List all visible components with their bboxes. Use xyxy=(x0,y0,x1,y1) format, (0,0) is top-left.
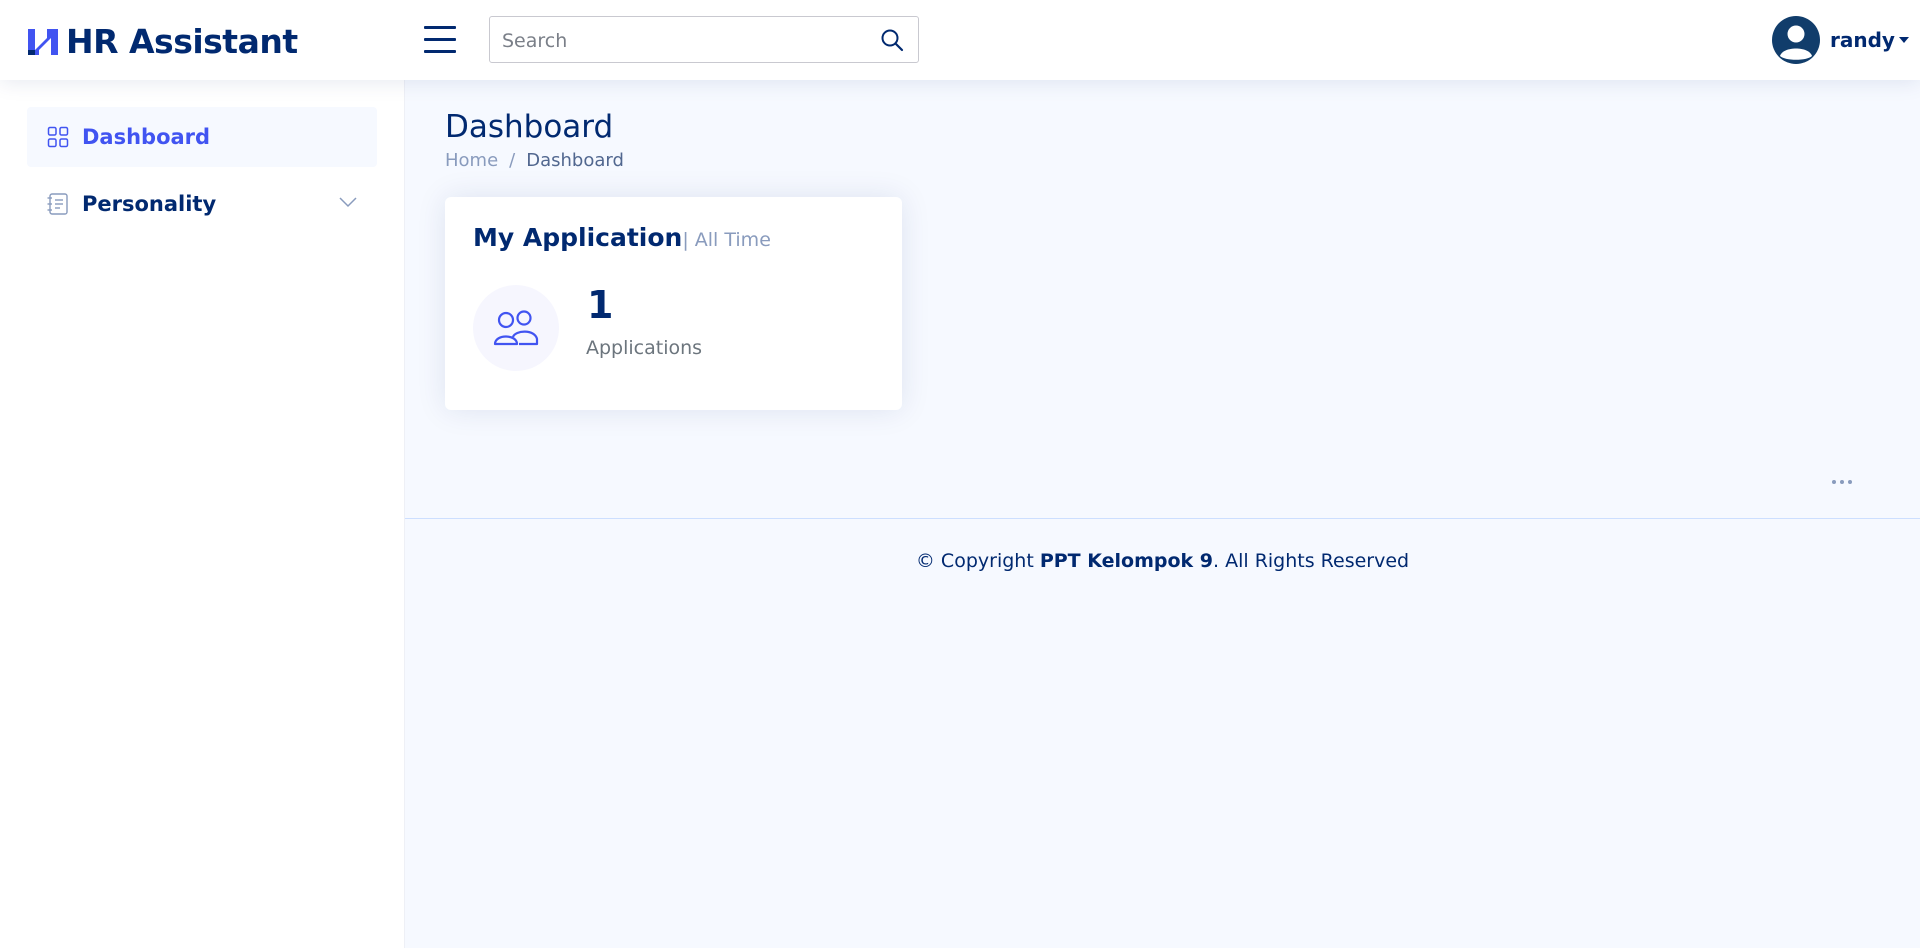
search-icon[interactable] xyxy=(880,28,904,52)
chevron-down-icon xyxy=(339,197,357,208)
sidebar-item-dashboard[interactable]: Dashboard xyxy=(27,107,377,167)
sidebar-item-label: Dashboard xyxy=(82,125,211,149)
username: randy xyxy=(1830,28,1895,52)
search-bar xyxy=(489,16,919,64)
breadcrumb-home-link[interactable]: Home xyxy=(445,148,498,174)
app-logo[interactable]: HR Assistant xyxy=(26,22,298,62)
card-icon-container xyxy=(473,285,559,371)
avatar xyxy=(1772,16,1820,64)
sidebar-item-label: Personality xyxy=(82,192,217,216)
breadcrumb: Home / Dashboard xyxy=(445,148,624,174)
my-application-card: My Application| All Time 1 Applications xyxy=(445,197,902,410)
page-title: Dashboard xyxy=(445,109,614,145)
card-subtitle: | All Time xyxy=(682,229,771,251)
more-options-icon[interactable] xyxy=(1831,478,1853,486)
card-title: My Application| All Time xyxy=(473,221,771,257)
app-title: HR Assistant xyxy=(66,22,298,61)
logo-icon xyxy=(28,29,58,55)
card-value: 1 xyxy=(587,283,614,327)
footer-company: PPT Kelompok 9 xyxy=(1039,550,1214,572)
top-header: HR Assistant randy xyxy=(0,0,1920,80)
footer-prefix: © Copyright xyxy=(915,550,1034,572)
journal-text-icon xyxy=(47,193,68,215)
chevron-down-icon xyxy=(1898,37,1909,43)
people-icon xyxy=(493,310,539,346)
grid-icon xyxy=(47,126,69,148)
card-title-text: My Application xyxy=(473,223,683,252)
breadcrumb-current: Dashboard xyxy=(526,150,624,171)
profile-dropdown[interactable]: randy xyxy=(1772,16,1909,64)
footer-suffix: . All Rights Reserved xyxy=(1213,550,1410,572)
main-content: Dashboard Home / Dashboard My Applicatio… xyxy=(405,80,1920,948)
card-label: Applications xyxy=(586,337,703,359)
menu-toggle-icon[interactable] xyxy=(424,26,456,54)
sidebar-item-personality[interactable]: Personality xyxy=(27,174,377,234)
breadcrumb-separator: / xyxy=(509,150,516,171)
sidebar: Dashboard Personality xyxy=(0,80,405,948)
search-input[interactable] xyxy=(500,17,864,64)
footer-divider xyxy=(405,518,1920,519)
footer: © Copyright PPT Kelompok 9. All Rights R… xyxy=(405,547,1920,575)
